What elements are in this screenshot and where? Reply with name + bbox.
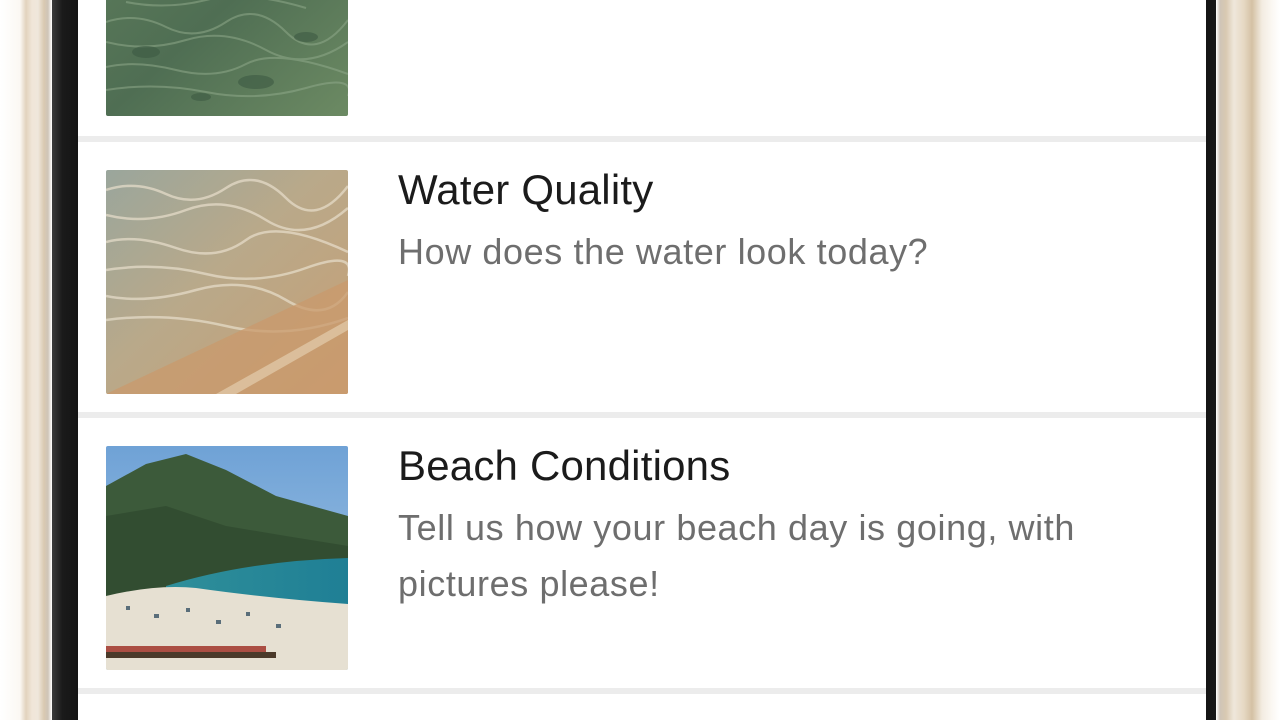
sea-floor-image <box>106 0 348 116</box>
item-subtitle: Tell us how your beach day is going, wit… <box>398 507 1075 604</box>
list-item[interactable] <box>78 0 1206 136</box>
phone-bezel-left <box>52 0 78 720</box>
item-title: Water Quality <box>398 166 654 213</box>
beach-image <box>106 446 348 670</box>
shoreline-water-thumbnail <box>106 170 348 394</box>
shoreline-water-image <box>106 170 348 394</box>
phone-screen: Water Quality How does the water look to… <box>78 0 1206 720</box>
item-title: Beach Conditions <box>398 442 731 489</box>
list-item[interactable]: Beach Conditions Tell us how your beach … <box>78 418 1206 688</box>
item-subtitle: How does the water look today? <box>398 231 929 272</box>
sea-floor-thumbnail <box>106 0 348 116</box>
beach-thumbnail <box>106 446 348 670</box>
phone-frame-left <box>0 0 52 720</box>
phone-frame-right <box>1216 0 1280 720</box>
list-item[interactable]: Water Quality How does the water look to… <box>78 142 1206 412</box>
list-item[interactable] <box>78 694 1206 720</box>
